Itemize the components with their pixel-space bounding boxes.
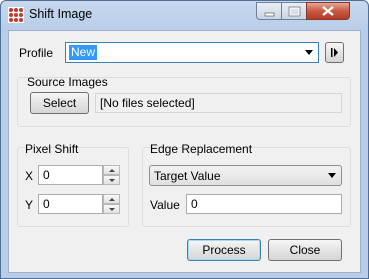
selected-files-display: [No files selected] xyxy=(95,93,342,113)
pixel-shift-label: Pixel Shift xyxy=(25,142,79,156)
edge-mode-dropdown[interactable]: Target Value xyxy=(149,165,342,186)
x-decrement-button[interactable] xyxy=(103,175,120,185)
edge-replacement-group xyxy=(142,147,351,227)
y-decrement-button[interactable] xyxy=(103,204,120,214)
window-title: Shift Image xyxy=(29,7,93,21)
minimize-icon xyxy=(264,12,275,17)
maximize-button[interactable] xyxy=(281,2,307,20)
x-label: X xyxy=(25,169,34,183)
edge-replacement-label: Edge Replacement xyxy=(150,142,253,156)
app-grid-icon xyxy=(8,7,24,23)
profile-label: Profile xyxy=(19,46,54,60)
profile-dropdown[interactable]: New xyxy=(65,42,319,63)
chevron-down-icon xyxy=(305,50,313,55)
close-icon xyxy=(322,6,334,16)
arrow-down-icon xyxy=(109,208,115,211)
arrow-down-icon xyxy=(109,179,115,182)
minimize-button[interactable] xyxy=(256,2,282,20)
y-increment-button[interactable] xyxy=(103,194,120,204)
arrow-up-icon xyxy=(109,169,115,172)
chevron-down-icon xyxy=(328,173,336,178)
x-shift-stepper[interactable] xyxy=(103,165,120,185)
y-shift-input[interactable]: 0 xyxy=(38,194,103,214)
dialog-window: Shift Image Profile New Source Images Se… xyxy=(0,0,369,279)
process-button[interactable]: Process xyxy=(187,239,261,261)
profile-menu-button[interactable] xyxy=(325,42,344,63)
source-images-label: Source Images xyxy=(27,75,108,89)
edge-mode-value: Target Value xyxy=(154,169,221,183)
y-label: Y xyxy=(25,198,34,212)
select-files-button[interactable]: Select xyxy=(30,92,89,114)
dialog-body: Profile New Source Images Select [No fil… xyxy=(8,30,361,273)
y-shift-stepper[interactable] xyxy=(103,194,120,214)
profile-value: New xyxy=(69,45,98,60)
title-bar[interactable]: Shift Image xyxy=(1,1,368,29)
x-increment-button[interactable] xyxy=(103,165,120,175)
close-window-button[interactable] xyxy=(306,2,350,20)
close-button[interactable]: Close xyxy=(268,239,342,261)
x-shift-input[interactable]: 0 xyxy=(38,165,103,185)
maximize-icon xyxy=(288,6,301,17)
value-label: Value xyxy=(150,198,180,212)
arrow-up-icon xyxy=(109,198,115,201)
pixel-shift-group xyxy=(17,147,129,227)
edge-value-input[interactable]: 0 xyxy=(186,194,342,214)
play-icon xyxy=(331,48,338,57)
